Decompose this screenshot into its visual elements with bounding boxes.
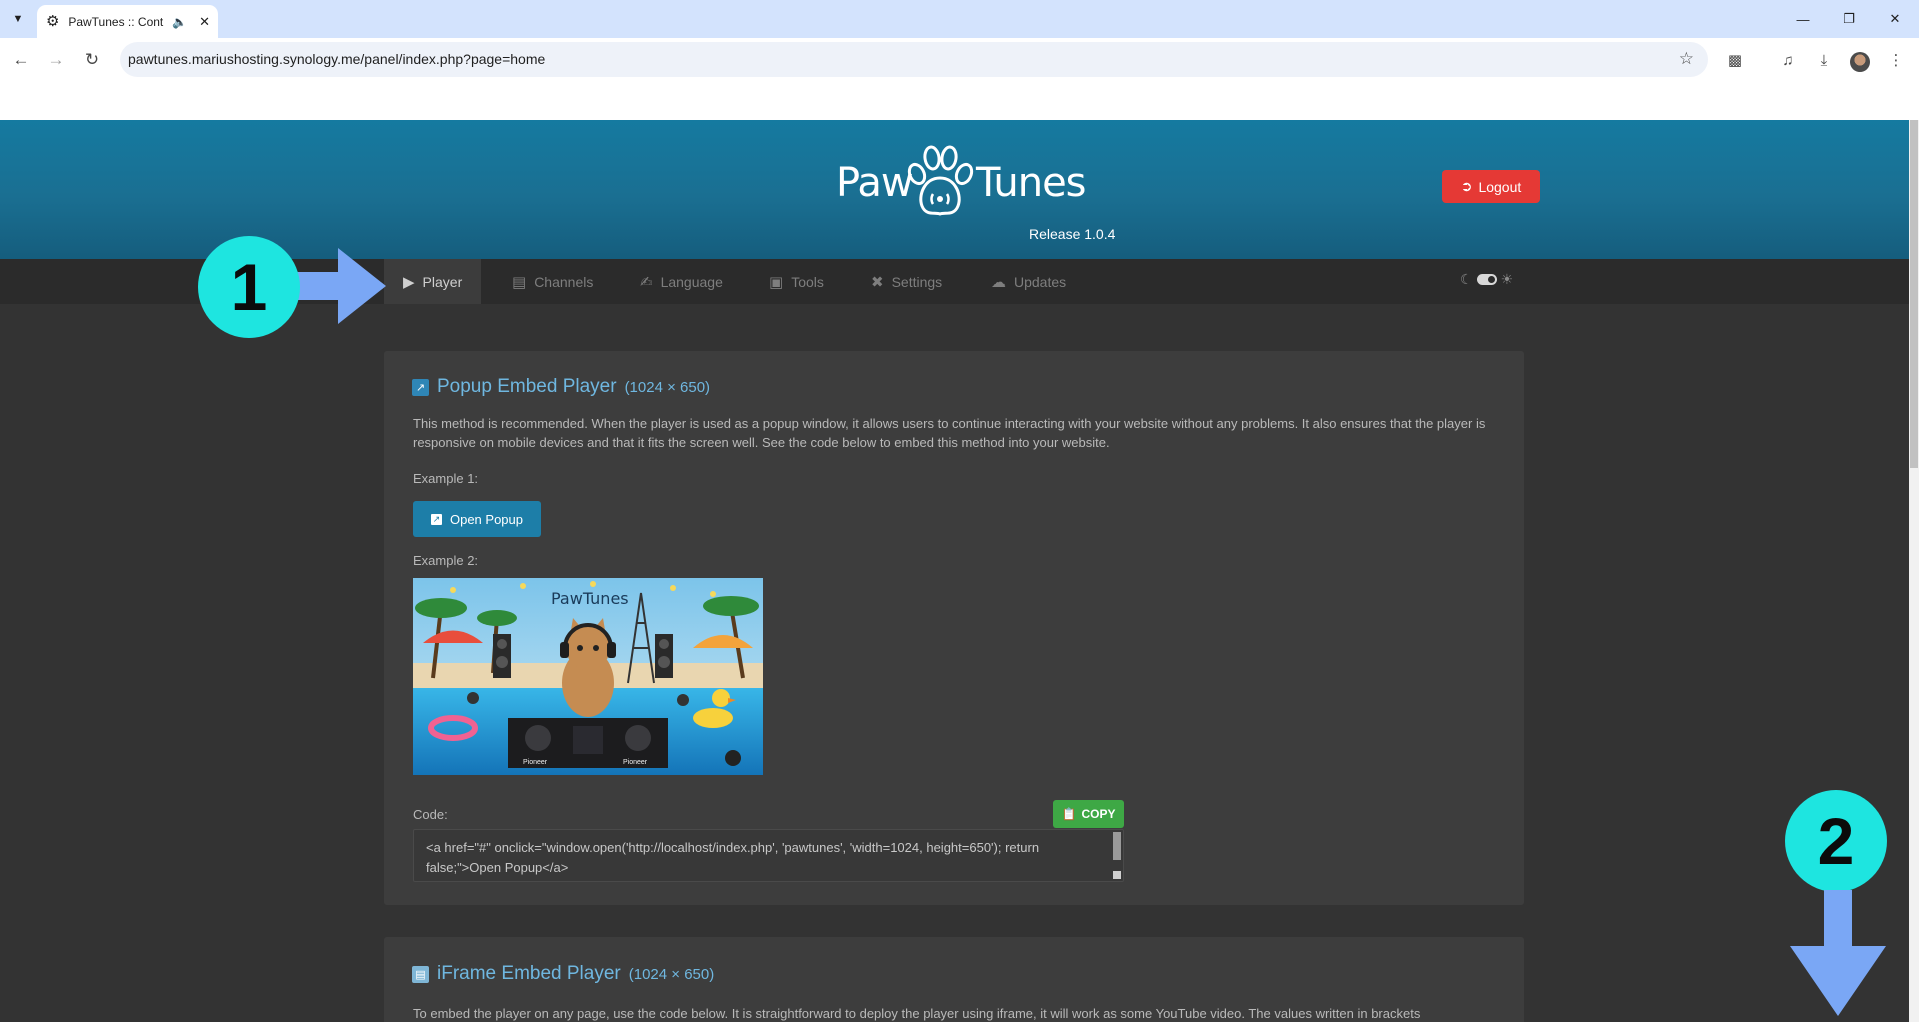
nav-tools-label: Tools [791, 273, 824, 290]
example2-label: Example 2: [413, 553, 479, 568]
nav-channels-label: Channels [534, 273, 594, 290]
logout-label: Logout [1478, 178, 1522, 195]
minimize-icon: — [1796, 11, 1810, 27]
step2-number: 2 [1817, 804, 1855, 878]
copy-code-button[interactable]: 📋 COPY [1053, 800, 1124, 828]
nav-player-label: Player [422, 273, 463, 290]
pawtunes-logo: Paw Tunes Release 1.0.4 [836, 144, 1115, 242]
step2-badge: 2 [1785, 790, 1887, 892]
toolbox-icon: ▣ [769, 273, 784, 291]
popup-embed-heading: ↗ Popup Embed Player (1024 × 650) [412, 376, 710, 398]
embed-code-textarea[interactable]: <a href="#" onclick="window.open('http:/… [413, 829, 1124, 882]
radio-icon: ▤ [512, 273, 527, 291]
theme-switch[interactable] [1476, 274, 1497, 285]
iframe-embed-title: iFrame Embed Player [437, 963, 621, 984]
arrow-left-icon: ← [12, 50, 30, 69]
nav-channels[interactable]: ▤ Channels [493, 259, 612, 304]
sun-icon: ☀ [1500, 271, 1514, 287]
nav-settings-label: Settings [891, 273, 943, 290]
browser-toolbar: ← → ↻ pawtunes.mariushosting.synology.me… [0, 38, 1919, 82]
paw-logo-icon [907, 145, 974, 216]
external-link-icon: ↗ [412, 378, 429, 396]
dj-cat-pool-illustration: Pioneer Pioneer PawTunes [413, 578, 763, 775]
code-label: Code: [413, 807, 448, 822]
browser-tabstrip: ▼ ⚙ PawTunes :: Control Panel 🔈 ✕ — ❐ ✕ [0, 0, 1919, 38]
example1-label: Example 1: [413, 471, 479, 486]
url-text: pawtunes.mariushosting.synology.me/panel… [128, 51, 546, 67]
cloud-download-icon: ☁ [991, 273, 1006, 291]
nav-player[interactable]: ▶ Player [384, 259, 482, 304]
textarea-scrollbar[interactable] [1113, 832, 1121, 860]
step1-badge: 1 [198, 236, 300, 338]
svg-text:Pioneer: Pioneer [623, 759, 648, 766]
logo-text-tunes: Tunes [976, 160, 1087, 206]
iframe-embed-description: To embed the player on any page, use the… [413, 1006, 1421, 1021]
popup-embed-description: This method is recommended. When the pla… [413, 416, 1486, 450]
popup-embed-size: (1024 × 650) [624, 379, 711, 396]
scrollbar-thumb[interactable] [1910, 120, 1918, 468]
reload-button[interactable]: ↻ [79, 47, 105, 73]
step2-arrow [1790, 890, 1886, 1016]
iframe-embed-heading: ▤ iFrame Embed Player (1024 × 650) [412, 963, 714, 985]
step1-number: 1 [230, 250, 268, 324]
copy-label: COPY [1081, 807, 1116, 821]
bookmark-star-icon[interactable]: ☆ [1679, 49, 1694, 69]
restore-icon: ❐ [1843, 11, 1855, 26]
popup-embed-card: ↗ Popup Embed Player (1024 × 650) This m… [384, 351, 1524, 905]
sign-out-icon: ➲ [1460, 178, 1473, 194]
iframe-embed-size: (1024 × 650) [628, 966, 715, 983]
page-scrollbar[interactable] [1909, 120, 1919, 1022]
nav-language-label: Language [660, 273, 723, 290]
open-popup-button[interactable]: ↗ Open Popup [413, 501, 541, 537]
iframe-embed-card: ▤ iFrame Embed Player (1024 × 650) To em… [384, 937, 1524, 1022]
embed-code-text: <a href="#" onclick="window.open('http:/… [426, 840, 1040, 875]
textarea-resize-handle[interactable] [1113, 871, 1121, 879]
back-button[interactable]: ← [8, 47, 34, 73]
address-bar[interactable]: pawtunes.mariushosting.synology.me/panel… [120, 42, 1708, 77]
forward-button[interactable]: → [43, 47, 69, 73]
app-header: Paw Tunes Release 1.0.4 [0, 120, 1909, 259]
popup-embed-title: Popup Embed Player [437, 376, 617, 397]
close-icon: ✕ [1889, 11, 1901, 26]
downloads-icon[interactable]: ⤓ [1812, 48, 1836, 72]
moon-icon: ☾ [1460, 271, 1473, 287]
banner-logo-text: PawTunes [551, 589, 629, 608]
nav-updates-label: Updates [1014, 273, 1067, 290]
svg-text:Pioneer: Pioneer [523, 759, 548, 766]
extensions-icon[interactable]: ▩ [1723, 48, 1747, 72]
restore-button[interactable]: ❐ [1826, 6, 1872, 32]
media-control-icon[interactable]: ♫ [1776, 48, 1800, 72]
nav-language[interactable]: ✍ Language [621, 259, 742, 304]
popup-banner-image[interactable]: Pioneer Pioneer PawTunes [413, 578, 763, 775]
close-window-button[interactable]: ✕ [1872, 6, 1918, 32]
play-circle-icon: ▶ [403, 273, 415, 291]
arrow-right-icon: → [47, 50, 65, 69]
theme-toggle[interactable]: ☾ ☀ [1460, 271, 1513, 288]
nav-updates[interactable]: ☁ Updates [972, 259, 1085, 304]
release-version: Release 1.0.4 [1029, 226, 1116, 242]
profile-avatar[interactable] [1850, 52, 1870, 72]
minimize-button[interactable]: — [1780, 6, 1826, 32]
tools-icon: ✖ [871, 273, 884, 291]
open-popup-label: Open Popup [449, 511, 523, 527]
menu-kebab-icon[interactable]: ⋮ [1884, 48, 1908, 72]
browser-tab[interactable]: ⚙ PawTunes :: Control Panel 🔈 ✕ [37, 5, 218, 38]
page-top-whitespace [0, 82, 1919, 120]
tab-title: PawTunes :: Control Panel [68, 14, 164, 29]
gear-favicon-icon: ⚙ [45, 12, 60, 30]
logout-button[interactable]: ➲ Logout [1442, 170, 1540, 203]
clipboard-icon: 📋 [1061, 807, 1077, 821]
nav-tools[interactable]: ▣ Tools [750, 259, 843, 304]
step1-arrow [290, 248, 386, 324]
language-icon: ✍ [640, 273, 653, 291]
close-tab-icon[interactable]: ✕ [199, 14, 210, 30]
window-icon: ▤ [412, 965, 429, 983]
tab-search-button[interactable]: ▼ [6, 8, 30, 30]
speaker-icon[interactable]: 🔈 [172, 15, 187, 29]
chevron-down-icon: ▼ [12, 13, 24, 25]
reload-icon: ↻ [84, 50, 100, 69]
nav-settings[interactable]: ✖ Settings [852, 259, 961, 304]
external-link-icon: ↗ [430, 513, 442, 525]
